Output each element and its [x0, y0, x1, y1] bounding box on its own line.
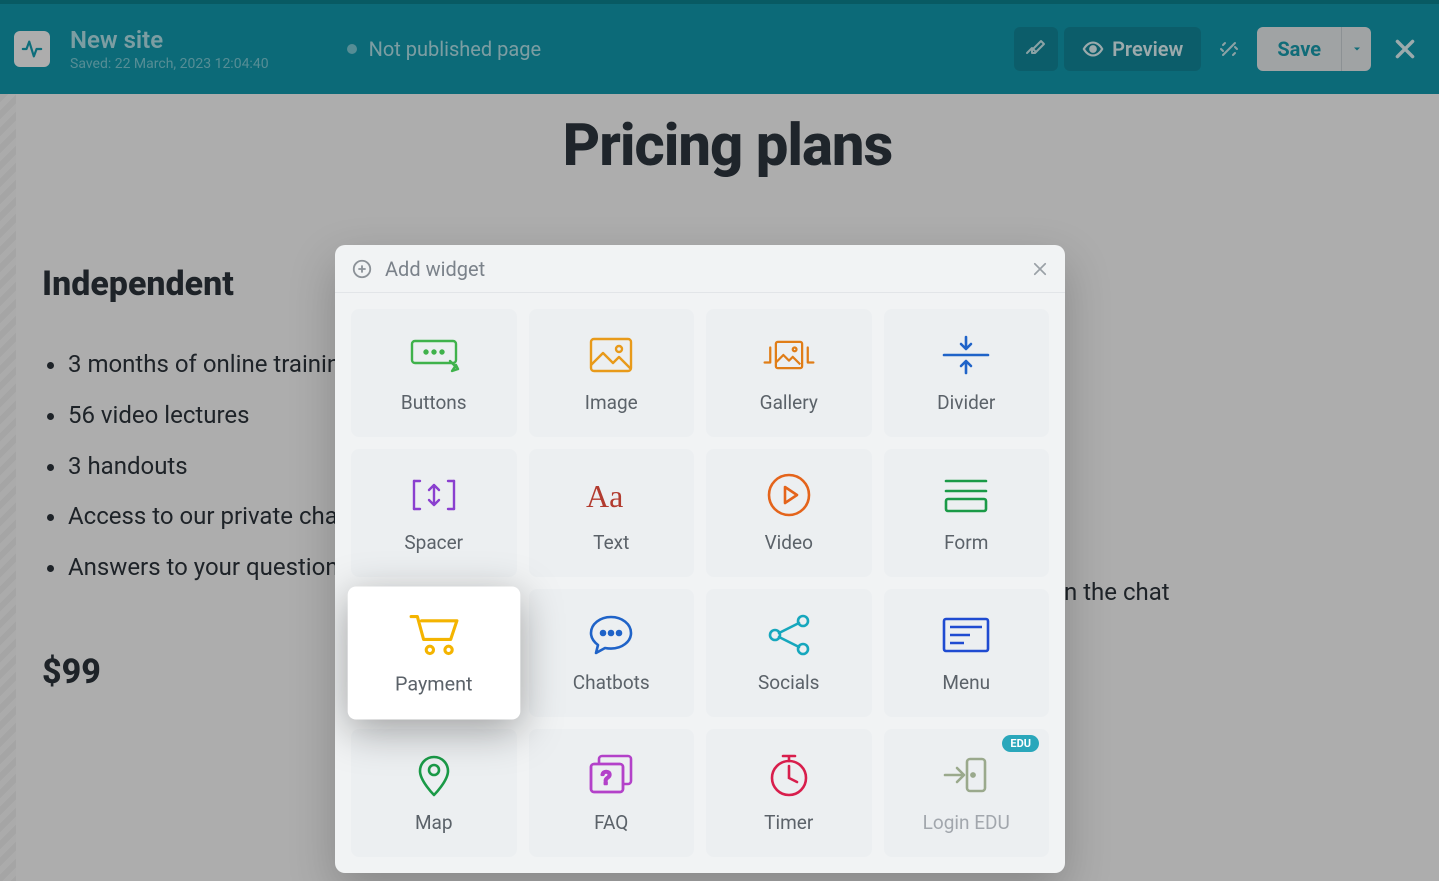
map-pin-icon — [404, 753, 464, 797]
gallery-icon — [759, 333, 819, 377]
plus-circle-icon — [351, 258, 373, 280]
svg-text:Aa: Aa — [586, 478, 623, 514]
widget-label: Divider — [937, 391, 995, 414]
share-icon — [759, 613, 819, 657]
widget-menu[interactable]: Menu — [884, 589, 1050, 717]
chat-icon — [581, 613, 641, 657]
widget-label: Text — [593, 531, 629, 554]
widget-divider[interactable]: Divider — [884, 309, 1050, 437]
form-icon — [936, 473, 996, 517]
add-widget-modal: Add widget Buttons Image — [335, 245, 1065, 873]
divider-icon — [936, 333, 996, 377]
timer-icon — [759, 753, 819, 797]
buttons-icon — [404, 333, 464, 377]
image-icon — [581, 333, 641, 377]
widget-form[interactable]: Form — [884, 449, 1050, 577]
modal-close-button[interactable] — [1031, 260, 1049, 278]
widget-label: Payment — [395, 671, 472, 695]
video-icon — [759, 473, 819, 517]
menu-icon — [936, 613, 996, 657]
widget-label: FAQ — [594, 811, 628, 834]
widget-label: Buttons — [401, 391, 467, 414]
widget-buttons[interactable]: Buttons — [351, 309, 517, 437]
widget-label: Chatbots — [573, 671, 650, 694]
login-icon — [936, 753, 996, 797]
widget-faq[interactable]: ? FAQ — [529, 729, 695, 857]
widget-map[interactable]: Map — [351, 729, 517, 857]
faq-icon: ? — [581, 753, 641, 797]
widget-text[interactable]: Aa Text — [529, 449, 695, 577]
widget-label: Menu — [942, 671, 990, 694]
modal-title: Add widget — [385, 257, 485, 281]
widget-label: Image — [585, 391, 638, 414]
widget-payment[interactable]: Payment — [348, 586, 520, 719]
widget-label: Gallery — [760, 391, 818, 414]
widget-spacer[interactable]: Spacer — [351, 449, 517, 577]
edu-badge: EDU — [1002, 735, 1039, 752]
widget-label: Form — [944, 531, 988, 554]
widget-label: Spacer — [404, 531, 463, 554]
widget-grid: Buttons Image Gallery Divider — [335, 293, 1065, 873]
widget-label: Map — [415, 811, 453, 834]
cart-icon — [403, 611, 465, 657]
widget-chatbots[interactable]: Chatbots — [529, 589, 695, 717]
widget-video[interactable]: Video — [706, 449, 872, 577]
widget-image[interactable]: Image — [529, 309, 695, 437]
widget-label: Timer — [764, 811, 813, 834]
widget-label: Video — [765, 531, 813, 554]
text-icon: Aa — [581, 473, 641, 517]
widget-label: Login EDU — [923, 811, 1010, 834]
widget-login-edu[interactable]: EDU Login EDU — [884, 729, 1050, 857]
widget-socials[interactable]: Socials — [706, 589, 872, 717]
spacer-icon — [404, 473, 464, 517]
widget-timer[interactable]: Timer — [706, 729, 872, 857]
modal-header: Add widget — [335, 245, 1065, 293]
svg-text:?: ? — [601, 768, 611, 788]
widget-gallery[interactable]: Gallery — [706, 309, 872, 437]
widget-label: Socials — [758, 671, 819, 694]
